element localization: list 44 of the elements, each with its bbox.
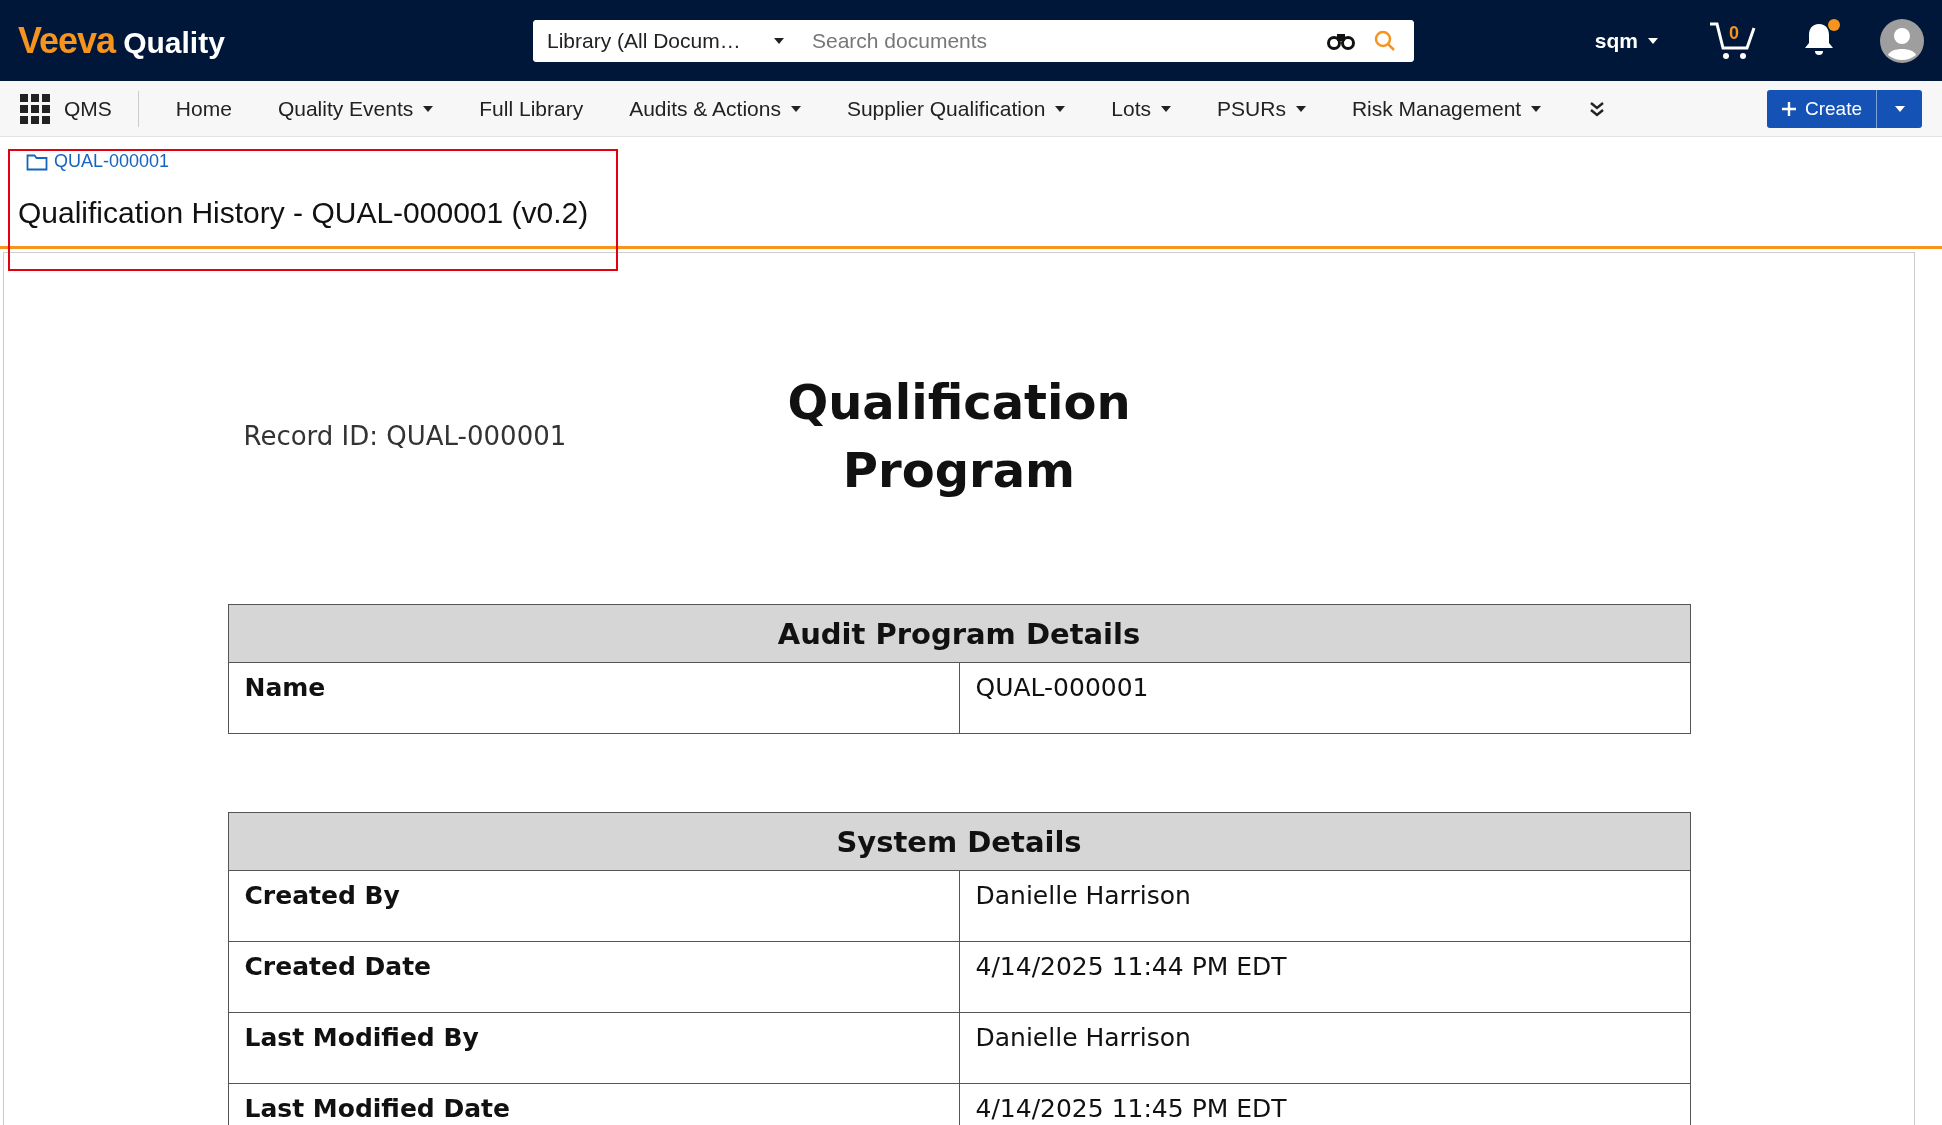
app-grid-icon[interactable]: [20, 93, 50, 124]
logo-product: Quality: [123, 25, 225, 60]
binoculars-icon[interactable]: [1326, 31, 1356, 50]
nav-tab[interactable]: Full Library: [456, 96, 607, 121]
cart-button[interactable]: 0: [1708, 20, 1758, 61]
nav-tab[interactable]: Audits & Actions: [606, 96, 824, 121]
page-title: Qualification History - QUAL-000001 (v0.2): [18, 196, 590, 230]
nav-tab[interactable]: Quality Events: [254, 96, 457, 121]
table-cell: Last Modified By: [228, 1012, 959, 1084]
record-id: Record ID: QUAL-000001: [242, 421, 567, 451]
table-heading: System Details: [228, 812, 1690, 871]
table-cell: Name: [228, 662, 959, 734]
caret-icon: [1531, 105, 1542, 112]
nav-tab[interactable]: Lots: [1088, 96, 1195, 121]
table-cell: 4/14/2025 11:44 PM EDT: [959, 941, 1690, 1013]
table-cell: QUAL-000001: [959, 662, 1690, 734]
nav-tab[interactable]: Supplier Qualification: [823, 96, 1089, 121]
table-cell: Danielle Harrison: [959, 1012, 1690, 1084]
nav-tab[interactable]: Home: [138, 96, 255, 121]
document-title: Qualification Program: [786, 373, 1132, 500]
app-name[interactable]: QMS: [64, 96, 112, 121]
caret-icon: [1161, 105, 1172, 112]
caret-icon: [1894, 105, 1905, 112]
caret-icon: [423, 105, 434, 112]
nav-tab[interactable]: PSURs: [1194, 96, 1329, 121]
avatar-icon[interactable]: [1880, 18, 1924, 63]
table-cell: Last Modified Date: [228, 1083, 959, 1125]
caret-icon: [1648, 37, 1658, 44]
logo-brand[interactable]: Veeva: [18, 19, 116, 62]
cart-count: 0: [1729, 22, 1739, 44]
cart-icon: [1708, 20, 1758, 61]
table-cell: Created Date: [228, 941, 959, 1013]
breadcrumb-link[interactable]: QUAL-000001: [54, 151, 170, 172]
table-heading: Audit Program Details: [228, 604, 1690, 663]
table-cell: Danielle Harrison: [959, 870, 1690, 942]
caret-icon: [790, 105, 801, 112]
folder-icon: [26, 152, 48, 171]
plus-icon: [1780, 100, 1797, 117]
user-menu[interactable]: sqm: [1588, 27, 1664, 54]
caret-icon: [774, 37, 784, 44]
table-cell: Created By: [228, 870, 959, 942]
caret-icon: [1295, 105, 1306, 112]
nav-tab[interactable]: Risk Management: [1328, 96, 1565, 121]
caret-icon: [1055, 105, 1066, 112]
